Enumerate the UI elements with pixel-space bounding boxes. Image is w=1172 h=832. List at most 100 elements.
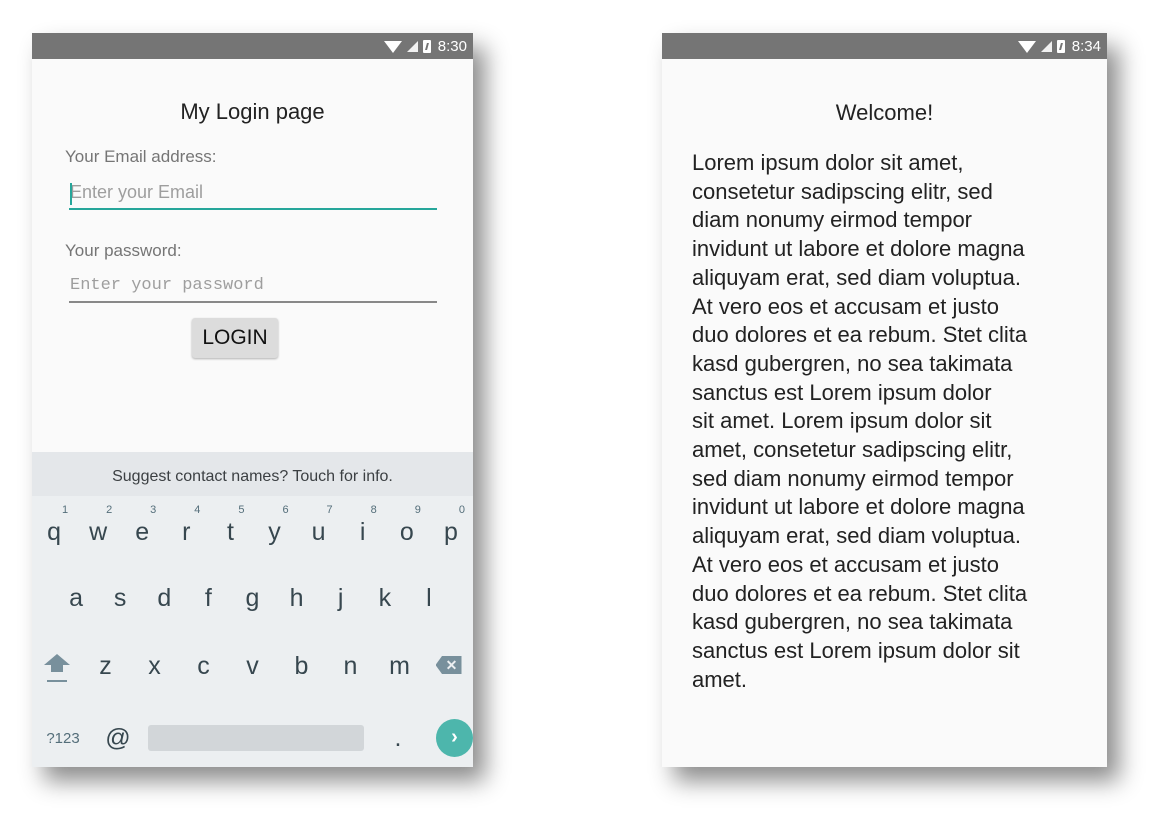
key-hint: 1 bbox=[61, 504, 69, 516]
key-label: q bbox=[47, 518, 61, 546]
body-text-line: kasd gubergren, no sea takimata bbox=[692, 350, 1013, 376]
key-period[interactable]: . bbox=[370, 724, 426, 753]
key-p[interactable]: p0 bbox=[429, 504, 473, 558]
password-label: Your password: bbox=[65, 241, 182, 260]
keyboard-row-4: ?123 @ . › bbox=[32, 718, 473, 758]
wifi-icon bbox=[383, 41, 402, 53]
key-l[interactable]: l bbox=[407, 584, 451, 624]
key-label: o bbox=[399, 518, 414, 546]
space-bar[interactable] bbox=[148, 725, 364, 751]
key-e[interactable]: e3 bbox=[120, 504, 164, 558]
password-input[interactable] bbox=[69, 271, 438, 299]
key-hint: 7 bbox=[326, 504, 333, 516]
key-u[interactable]: u7 bbox=[297, 504, 341, 558]
body-text-line: amet. bbox=[692, 666, 748, 692]
body-text-line: amet, consetetur sadipscing elitr, bbox=[692, 437, 1013, 463]
keyboard-row-2: a s d f g h j k l bbox=[32, 584, 473, 624]
key-label: u bbox=[311, 518, 326, 546]
login-button[interactable]: LOGIN bbox=[192, 318, 278, 358]
key-j[interactable]: j bbox=[319, 584, 363, 624]
key-hint: 9 bbox=[414, 504, 421, 516]
status-time: 8:34 bbox=[1071, 37, 1101, 55]
body-text-line: duo dolores et ea rebum. Stet clita bbox=[692, 580, 1028, 606]
wifi-icon bbox=[1017, 41, 1036, 53]
battery-charging-icon bbox=[1056, 39, 1065, 53]
key-i[interactable]: i8 bbox=[341, 504, 385, 558]
soft-keyboard: q1 w2 e3 r4 t5 y6 u7 i8 o9 p0 a s d f g … bbox=[32, 496, 473, 767]
body-text-line: duo dolores et ea rebum. Stet clita bbox=[692, 322, 1028, 348]
body-text-line: sanctus est Lorem ipsum dolor sit bbox=[692, 637, 1020, 663]
body-text-line: sit amet. Lorem ipsum dolor sit bbox=[692, 408, 992, 434]
status-bar: 8:34 bbox=[662, 33, 1107, 59]
key-g[interactable]: g bbox=[230, 584, 274, 624]
key-d[interactable]: d bbox=[142, 584, 186, 624]
keyboard-suggestion-bar[interactable]: Suggest contact names? Touch for info. bbox=[32, 452, 473, 496]
body-text-line: At vero eos et accusam et justo bbox=[692, 293, 999, 319]
key-z[interactable]: z bbox=[81, 652, 130, 692]
body-text-line: aliquyam erat, sed diam voluptua. bbox=[692, 264, 1021, 290]
body-text-line: At vero eos et accusam et justo bbox=[692, 551, 999, 577]
symbols-key[interactable]: ?123 bbox=[32, 730, 94, 747]
go-next-icon[interactable]: › bbox=[436, 719, 473, 757]
body-text-line: invidunt ut labore et dolore magna bbox=[692, 494, 1025, 520]
key-at[interactable]: @ bbox=[94, 724, 142, 753]
body-text-line: sanctus est Lorem ipsum dolor bbox=[692, 379, 992, 405]
key-m[interactable]: m bbox=[375, 652, 424, 692]
key-f[interactable]: f bbox=[186, 584, 230, 624]
key-label: t bbox=[226, 518, 234, 546]
body-text-line: consetetur sadipscing elitr, sed bbox=[692, 178, 993, 204]
key-hint: 3 bbox=[150, 504, 157, 516]
key-hint: 2 bbox=[106, 504, 113, 516]
key-hint: 6 bbox=[282, 504, 289, 516]
key-n[interactable]: n bbox=[326, 652, 375, 692]
key-r[interactable]: r4 bbox=[164, 504, 208, 558]
key-v[interactable]: v bbox=[228, 652, 277, 692]
key-label: e bbox=[135, 518, 150, 546]
key-k[interactable]: k bbox=[363, 584, 407, 624]
signal-icon bbox=[1040, 40, 1052, 52]
key-s[interactable]: s bbox=[98, 584, 142, 624]
welcome-body-text: Lorem ipsum dolor sit amet, consetetur sa… bbox=[692, 149, 1072, 694]
login-screen: 8:30 My Login page Your Email address: Y… bbox=[32, 33, 473, 767]
key-label: i bbox=[359, 518, 366, 546]
body-text-line: invidunt ut labore et dolore magna bbox=[692, 236, 1025, 262]
key-o[interactable]: o9 bbox=[385, 504, 429, 558]
welcome-screen: 8:34 Welcome! Lorem ipsum dolor sit amet… bbox=[662, 33, 1107, 767]
body-text-line: sed diam nonumy eirmod tempor bbox=[692, 465, 1014, 491]
key-c[interactable]: c bbox=[179, 652, 228, 692]
signal-icon bbox=[406, 40, 418, 52]
password-field-container bbox=[69, 271, 438, 303]
key-label: y bbox=[268, 518, 281, 546]
backspace-key[interactable]: ✕ bbox=[424, 652, 473, 692]
key-label: w bbox=[89, 518, 108, 546]
page-title: My Login page bbox=[180, 99, 325, 124]
email-field-container bbox=[69, 178, 438, 210]
email-label: Your Email address: bbox=[65, 147, 217, 166]
shift-key[interactable] bbox=[32, 652, 81, 692]
body-text-line: Lorem ipsum dolor sit amet, bbox=[692, 150, 964, 175]
key-h[interactable]: h bbox=[275, 584, 319, 624]
welcome-title: Welcome! bbox=[835, 100, 934, 125]
key-x[interactable]: x bbox=[130, 652, 179, 692]
key-label: p bbox=[443, 518, 458, 546]
key-a[interactable]: a bbox=[54, 584, 98, 624]
backspace-icon: ✕ bbox=[435, 656, 462, 674]
email-input[interactable] bbox=[69, 178, 438, 206]
body-text-line: diam nonumy eirmod tempor bbox=[692, 207, 973, 233]
shift-icon bbox=[43, 654, 70, 682]
keyboard-row-3: z x c v b n m ✕ bbox=[32, 652, 473, 692]
key-label: r bbox=[182, 518, 191, 546]
body-text-line: kasd gubergren, no sea takimata bbox=[692, 609, 1013, 635]
key-b[interactable]: b bbox=[277, 652, 326, 692]
key-y[interactable]: y6 bbox=[252, 504, 296, 558]
key-t[interactable]: t5 bbox=[208, 504, 252, 558]
battery-charging-icon bbox=[422, 39, 431, 53]
key-hint: 4 bbox=[194, 504, 201, 516]
keyboard-row-1: q1 w2 e3 r4 t5 y6 u7 i8 o9 p0 bbox=[32, 504, 473, 558]
status-time: 8:30 bbox=[437, 37, 467, 55]
body-text-line: aliquyam erat, sed diam voluptua. bbox=[692, 523, 1021, 549]
key-q[interactable]: q1 bbox=[32, 504, 76, 558]
text-cursor bbox=[70, 183, 72, 205]
key-hint: 5 bbox=[238, 504, 245, 516]
key-w[interactable]: w2 bbox=[76, 504, 120, 558]
